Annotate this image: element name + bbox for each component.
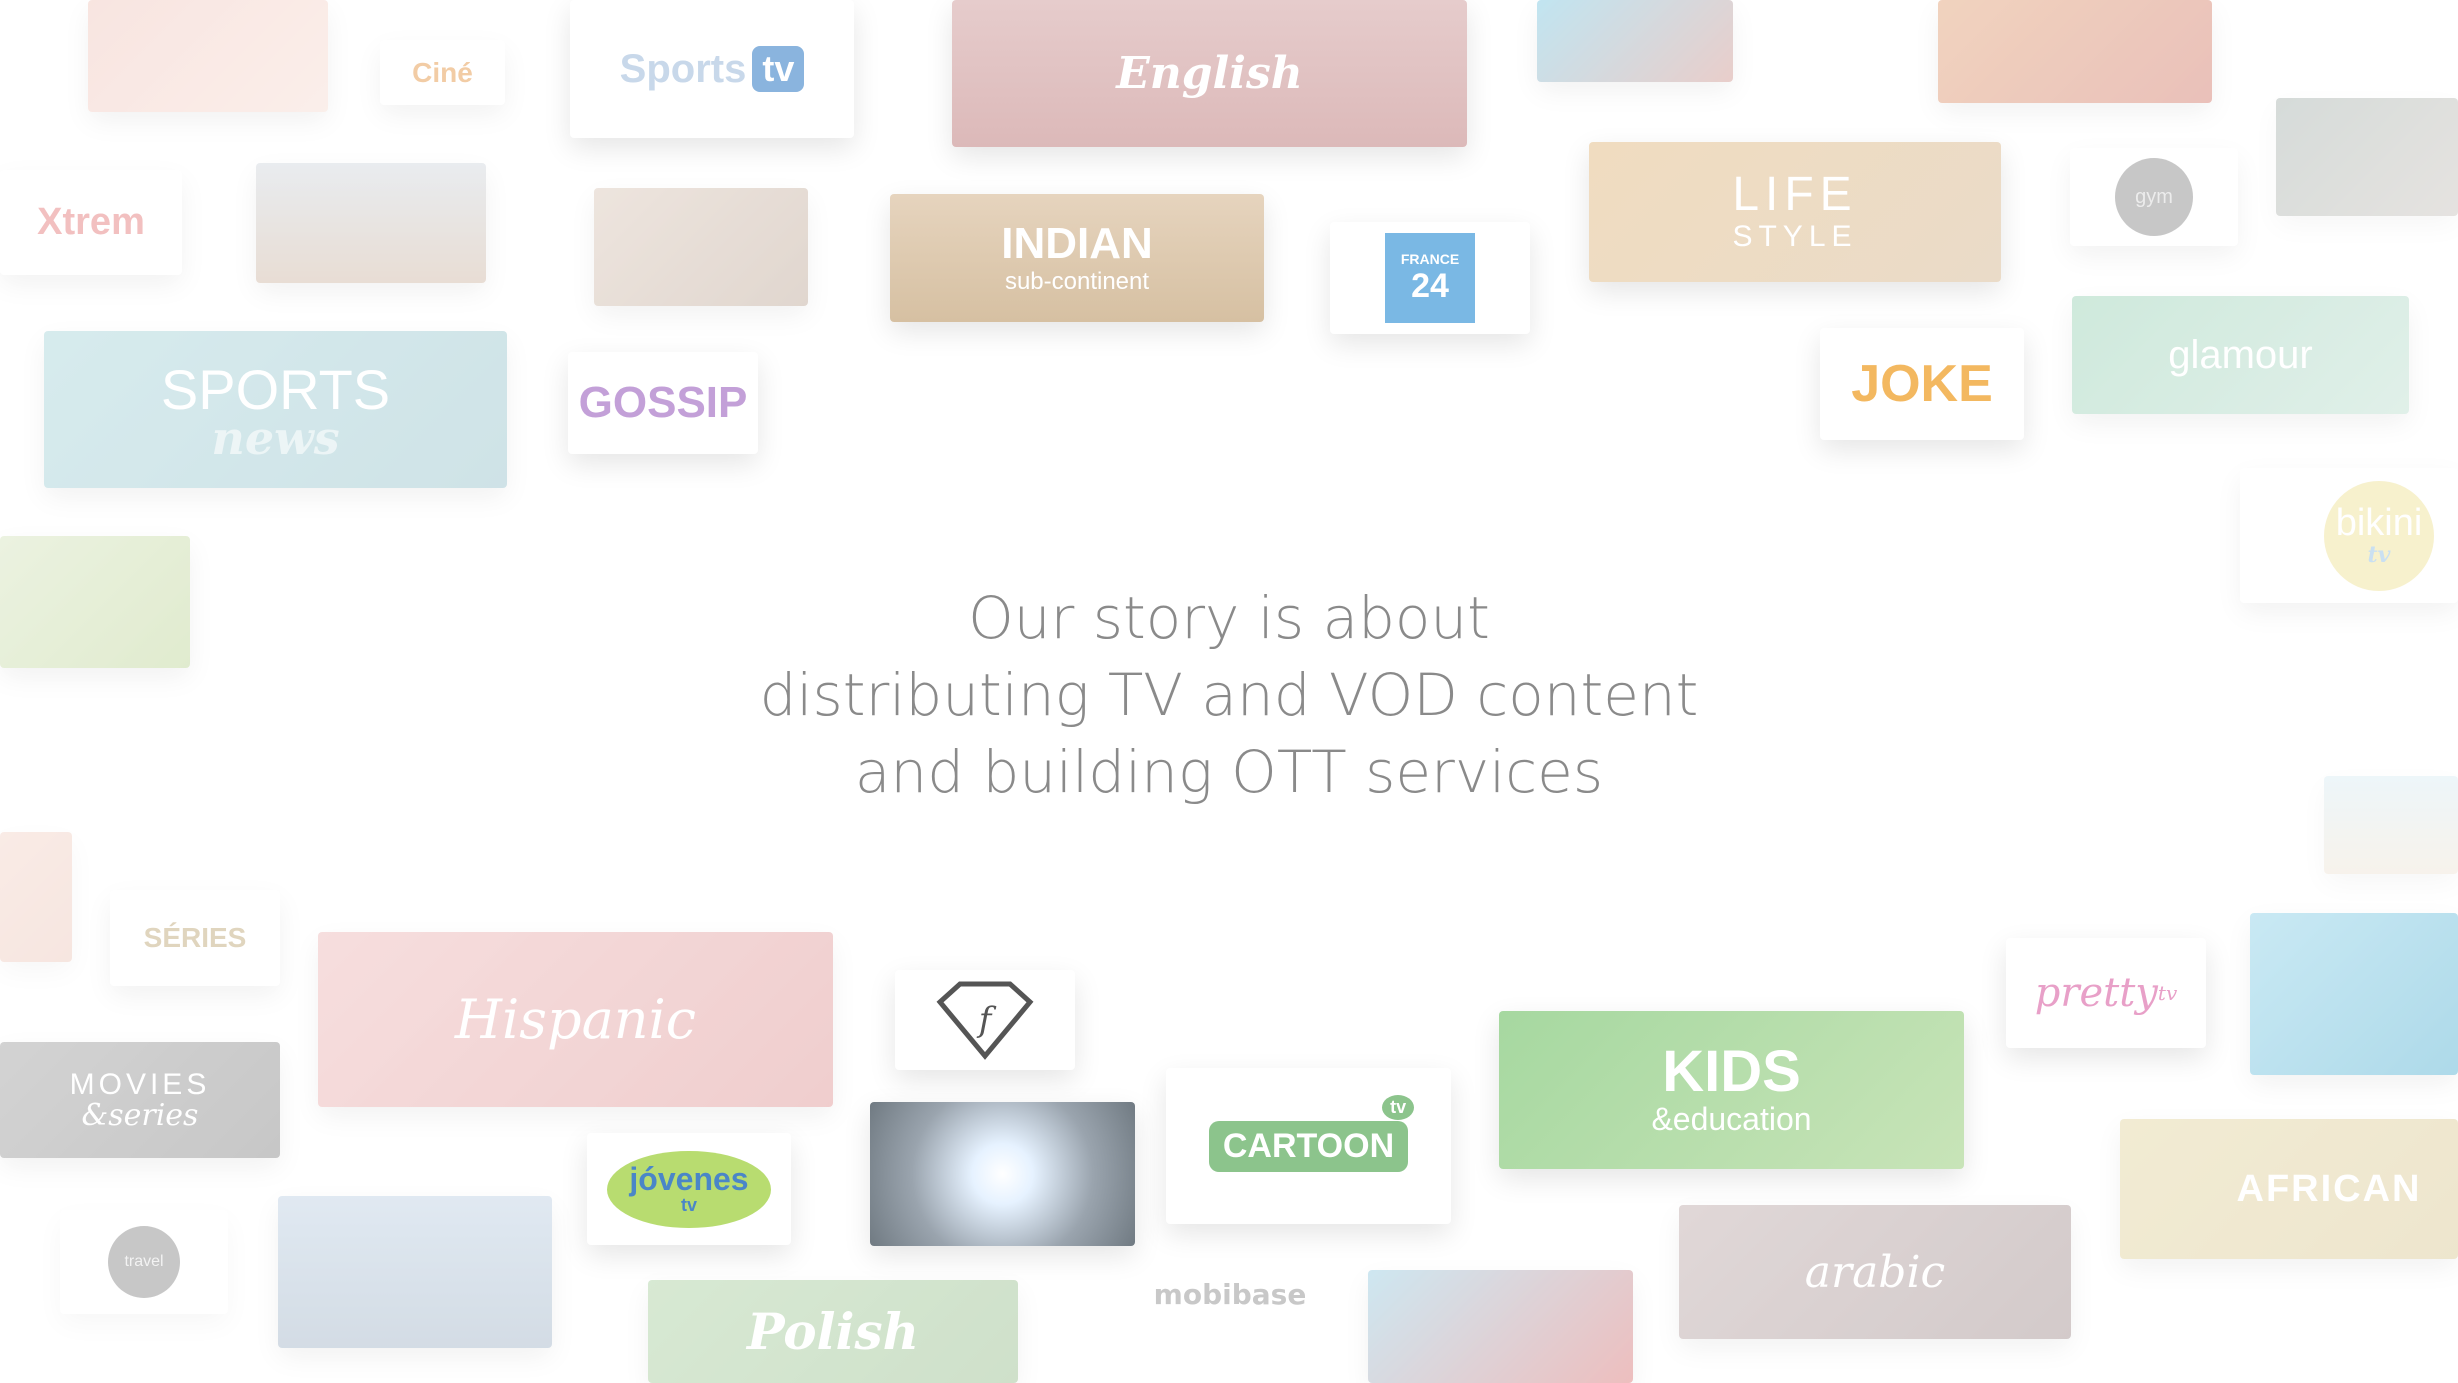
- headline-line-1: Our story is about: [968, 584, 1490, 652]
- tile-tunnel[interactable]: [870, 1102, 1135, 1246]
- bikini-logo: bikini tv: [2324, 480, 2434, 591]
- tile-polish[interactable]: Polish: [648, 1280, 1018, 1383]
- jovenes-subtext: tv: [680, 1194, 697, 1215]
- france24-number: 24: [1411, 266, 1449, 305]
- gym-text: gym: [2135, 185, 2173, 208]
- lifestyle-text: LIFE: [1732, 168, 1858, 221]
- headline: Our story is about distributing TV and V…: [600, 580, 1858, 811]
- tile-sports-tv[interactable]: Sports tv: [570, 0, 854, 138]
- pretty-subtext: tv: [2157, 981, 2178, 1005]
- tile-series[interactable]: SÉRIES: [110, 890, 280, 986]
- tile-field[interactable]: [256, 163, 486, 283]
- jovenes-text: jóvenes: [629, 1160, 749, 1197]
- tile-glamour[interactable]: glamour: [2072, 296, 2409, 414]
- tile-gym[interactable]: gym: [2070, 148, 2238, 246]
- tile-xtrem[interactable]: Xtrem: [0, 170, 182, 275]
- tile-lifestyle[interactable]: LIFE STYLE: [1589, 142, 2001, 282]
- headline-line-2: distributing TV and VOD content: [759, 661, 1699, 729]
- tile-bikini[interactable]: bikini tv: [2240, 468, 2458, 603]
- mobibase-watermark: mobibase: [1153, 1278, 1307, 1311]
- tile-kids[interactable]: KIDS &education: [1499, 1011, 1964, 1169]
- tile-jovenes[interactable]: jóvenes tv: [587, 1133, 791, 1245]
- polish-text: Polish: [746, 1302, 920, 1361]
- indian-subtext: sub-continent: [1004, 268, 1150, 295]
- fashion-diamond-icon: [936, 981, 1034, 1060]
- sports-tv-text: Sports: [619, 46, 747, 91]
- travel-text: travel: [124, 1253, 164, 1270]
- joke-text: JOKE: [1851, 355, 1993, 413]
- tile-water[interactable]: [2250, 913, 2458, 1075]
- cartoon-logo: CARTOON tv: [1208, 1094, 1415, 1172]
- tile-english[interactable]: English: [952, 0, 1467, 147]
- cartoon-text: CARTOON: [1222, 1126, 1395, 1165]
- xtrem-logo-text: Xtrem: [37, 201, 145, 243]
- tile-cine[interactable]: Ciné: [380, 40, 505, 105]
- tile-cartoon[interactable]: CARTOON tv: [1166, 1068, 1451, 1224]
- tile-fashion[interactable]: f: [895, 970, 1075, 1070]
- bikini-subtext: tv: [2367, 541, 2391, 568]
- sports-news-text: SPORTS: [160, 357, 391, 421]
- hispanic-text: Hispanic: [454, 988, 697, 1051]
- arabic-text: arabic: [1804, 1246, 1946, 1298]
- travel-logo: travel: [108, 1226, 180, 1298]
- tile-left-edge[interactable]: [0, 832, 72, 962]
- lifestyle-subtext: STYLE: [1732, 220, 1858, 253]
- tile-beach-right[interactable]: [2324, 776, 2458, 874]
- gossip-text: GOSSIP: [578, 378, 748, 427]
- tile-sports-news[interactable]: SPORTS news: [44, 331, 507, 488]
- sports-news-subtext: news: [211, 410, 340, 465]
- jovenes-logo: jóvenes tv: [607, 1150, 771, 1228]
- tile-france24[interactable]: FRANCE 24: [1330, 222, 1530, 334]
- tile-gossip[interactable]: GOSSIP: [568, 352, 758, 454]
- tile-pretty[interactable]: pretty tv: [2006, 938, 2206, 1048]
- tile-food-people[interactable]: [88, 0, 328, 112]
- tile-movies[interactable]: MOVIES &series: [0, 1042, 280, 1158]
- france24-logo: FRANCE 24: [1385, 233, 1475, 323]
- france24-word: FRANCE: [1400, 250, 1460, 267]
- glamour-text: glamour: [2168, 332, 2313, 377]
- sports-tv-badge: tv: [752, 46, 805, 92]
- tile-golf[interactable]: [0, 536, 190, 668]
- gym-logo: gym: [2115, 158, 2193, 236]
- cine-logo-text: Ciné: [412, 56, 473, 88]
- tile-boat[interactable]: [1368, 1270, 1633, 1383]
- indian-text: INDIAN: [1001, 219, 1153, 268]
- tile-spices[interactable]: [1938, 0, 2212, 103]
- cartoon-badge: tv: [1382, 1094, 1415, 1120]
- bikini-text: bikini: [2335, 501, 2423, 544]
- tile-arabic[interactable]: arabic: [1679, 1205, 2071, 1339]
- headline-line-3: and building OTT services: [854, 738, 1604, 806]
- tile-joke[interactable]: JOKE: [1820, 328, 2024, 440]
- tile-lake[interactable]: [278, 1196, 552, 1348]
- tile-african[interactable]: AFRICAN: [2120, 1119, 2458, 1259]
- tile-dark-right[interactable]: [2276, 98, 2458, 216]
- tile-indian[interactable]: INDIAN sub-continent: [890, 194, 1264, 322]
- movies-text: MOVIES: [69, 1068, 211, 1101]
- kids-subtext: &education: [1651, 1100, 1812, 1137]
- tile-family[interactable]: [594, 188, 808, 306]
- english-text: English: [1116, 48, 1303, 99]
- movies-subtext: &series: [81, 1098, 199, 1133]
- tile-hispanic[interactable]: Hispanic: [318, 932, 833, 1107]
- tile-travel[interactable]: travel: [60, 1210, 228, 1314]
- african-text: AFRICAN: [2236, 1167, 2422, 1210]
- kids-text: KIDS: [1662, 1038, 1801, 1104]
- tile-paris[interactable]: [1537, 0, 1733, 82]
- pretty-text: pretty: [2034, 970, 2158, 1016]
- series-text: SÉRIES: [143, 922, 247, 953]
